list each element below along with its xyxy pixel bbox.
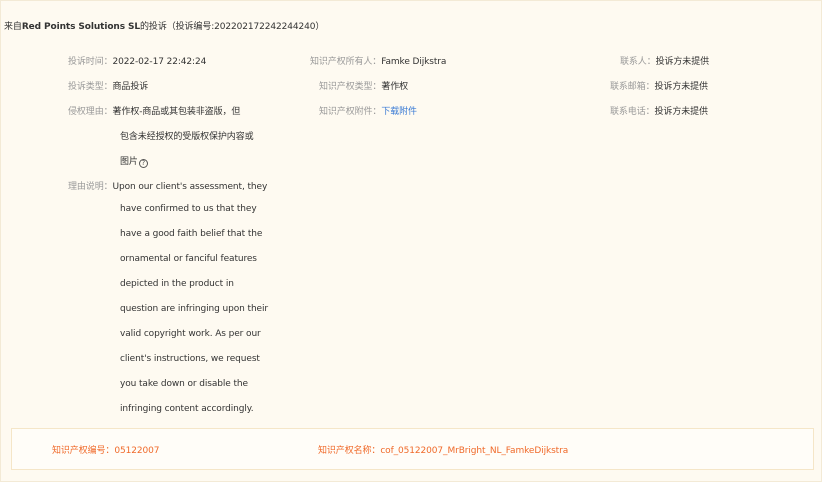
complaint-type-label: 投诉类型： [68,82,113,92]
ip-name-label: 知识产权名称： [318,446,381,456]
complaint-header: 来自Red Points Solutions SL的投诉（投诉编号:202202… [4,19,324,32]
ip-owner-label: 知识产权所有人： [310,57,382,67]
ip-number-label: 知识产权编号： [52,446,115,456]
complaint-time-row: 投诉时间：2022-02-17 22:42:24 [68,54,206,67]
ip-name-row: 知识产权名称：cof_05122007_MrBright_NL_FamkeDij… [318,443,568,456]
complaint-type-row: 投诉类型：商品投诉 [68,79,148,92]
reason-description-line: infringing content accordingly. [120,404,254,414]
complaint-detail-panel: 来自Red Points Solutions SL的投诉（投诉编号:202202… [0,0,822,482]
contact-phone-row: 联系电话：投诉方未提供 [610,104,708,117]
ip-owner-value: Famke Dijkstra [381,57,447,67]
contact-email-label: 联系邮箱： [610,82,655,92]
infringement-reason-label: 侵权理由： [68,107,113,117]
contact-person-row: 联系人：投诉方未提供 [620,54,709,67]
infringement-reason-row: 侵权理由：著作权-商品或其包装非盗版，但 [68,104,240,117]
reason-description-line: Upon our client's assessment, they [112,182,268,192]
contact-person-value: 投诉方未提供 [655,57,710,67]
reason-description-line: client's instructions, we request [120,354,260,364]
infringement-reason-line: 图片 [120,157,138,167]
question-circle-icon[interactable]: ? [138,159,148,168]
complaint-time-label: 投诉时间： [68,57,113,67]
reason-description-line: have a good faith belief that the [120,229,263,239]
reason-description-line: ornamental or fanciful features [120,254,257,264]
ip-owner-row: 知识产权所有人：Famke Dijkstra [310,54,446,67]
complaint-type-value: 商品投诉 [112,82,149,92]
ip-attachment-row: 知识产权附件：下载附件 [319,104,417,117]
ip-type-value: 著作权 [381,82,409,92]
download-attachment-link[interactable]: 下载附件 [381,107,417,117]
contact-email-row: 联系邮箱：投诉方未提供 [610,79,708,92]
ip-number-row: 知识产权编号：05122007 [52,443,159,456]
contact-email-value: 投诉方未提供 [654,82,709,92]
reason-description-line: question are infringing upon their [120,304,268,314]
infringement-reason-last-line: 图片? [120,154,148,168]
complaint-number: 的投诉（投诉编号:202202172242244240） [140,22,325,32]
reason-description-line: valid copyright work. As per our [120,329,261,339]
reason-description-line: you take down or disable the [120,379,248,389]
ip-attachment-label: 知识产权附件： [319,107,382,117]
ip-type-row: 知识产权类型：著作权 [319,79,408,92]
ip-name-value: cof_05122007_MrBright_NL_FamkeDijkstra [380,446,569,456]
complainant-name: Red Points Solutions SL [21,22,141,32]
ip-type-label: 知识产权类型： [319,82,382,92]
reason-description-label: 理由说明： [68,182,113,192]
contact-phone-label: 联系电话： [610,107,655,117]
infringement-reason-line: 包含未经授权的受版权保护内容或 [120,132,254,142]
contact-person-label: 联系人： [620,57,656,67]
contact-phone-value: 投诉方未提供 [654,107,709,117]
header-prefix: 来自 [4,22,22,32]
ip-number-value: 05122007 [114,446,160,456]
complaint-time-value: 2022-02-17 22:42:24 [112,57,207,67]
infringement-reason-line: 著作权-商品或其包装非盗版，但 [112,107,241,117]
reason-description-line: depicted in the product in [120,279,234,289]
ip-info-footer: 知识产权编号：05122007 知识产权名称：cof_05122007_MrBr… [11,428,814,470]
reason-description-line: have confirmed to us that they [120,204,257,214]
reason-description-row: 理由说明：Upon our client's assessment, they [68,179,267,192]
